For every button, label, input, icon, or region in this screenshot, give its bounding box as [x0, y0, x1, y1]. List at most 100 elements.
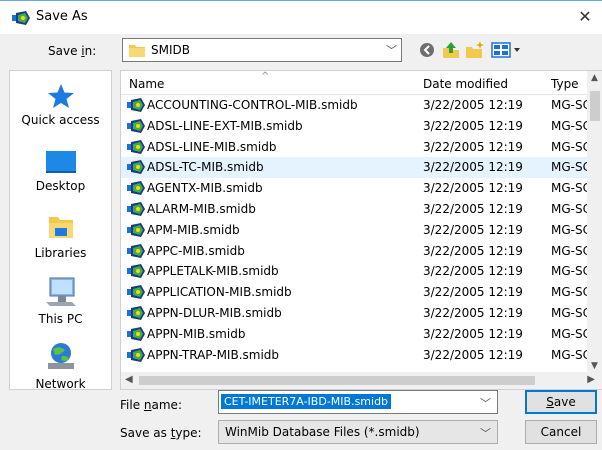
file-date-cell: 3/22/2005 12:19	[423, 139, 523, 154]
desktop-icon	[45, 151, 76, 173]
computer-icon	[45, 277, 76, 306]
mib-file-icon	[127, 181, 145, 196]
file-name-cell: APPN-TRAP-MIB.smidb	[147, 347, 280, 362]
save-in-label: Save in:	[48, 44, 97, 58]
scroll-down-icon[interactable]: ▼	[591, 361, 598, 371]
place-label: Desktop	[35, 179, 86, 193]
file-row[interactable]: AGENTX-MIB.smidb 3/22/2005 12:19 MG-SC	[121, 178, 591, 199]
file-list: ^ Name Date modified Type ACCOUNTING-CON…	[120, 70, 602, 390]
file-type-cell: MG-SC	[551, 160, 591, 175]
close-button[interactable]: ✕	[572, 3, 598, 31]
file-row[interactable]: APPN-TRAP-MIB.smidb 3/22/2005 12:19 MG-SC	[121, 345, 591, 366]
mib-file-icon	[127, 347, 145, 362]
column-header-date-modified[interactable]: Date modified	[423, 77, 508, 91]
file-type-cell: MG-SC	[551, 347, 591, 362]
horizontal-scrollbar[interactable]: ◀ ▶	[121, 372, 602, 389]
file-name-cell: APPC-MIB.smidb	[147, 243, 245, 258]
close-icon: ✕	[578, 7, 592, 26]
file-date-cell: 3/22/2005 12:19	[423, 326, 523, 341]
file-row[interactable]: ADSL-LINE-MIB.smidb 3/22/2005 12:19 MG-SC	[121, 137, 591, 158]
back-icon[interactable]	[418, 40, 436, 60]
file-name-cell: ALARM-MIB.smidb	[147, 201, 256, 216]
file-date-cell: 3/22/2005 12:19	[423, 285, 523, 300]
column-headers: ^ Name Date modified Type	[121, 71, 602, 95]
file-row[interactable]: ACCOUNTING-CONTROL-MIB.smidb 3/22/2005 12…	[121, 95, 591, 116]
file-type-cell: MG-SC	[551, 305, 591, 320]
up-folder-icon[interactable]	[442, 40, 460, 60]
scroll-right-icon[interactable]: ▶	[587, 374, 595, 385]
mib-file-icon	[127, 264, 145, 279]
file-row[interactable]: APPC-MIB.smidb 3/22/2005 12:19 MG-SC	[121, 241, 591, 262]
file-row[interactable]: ADSL-TC-MIB.smidb 3/22/2005 12:19 MG-SC	[121, 157, 591, 179]
file-type-cell: MG-SC	[551, 98, 591, 112]
file-name-cell: ACCOUNTING-CONTROL-MIB.smidb	[147, 98, 358, 112]
file-date-cell: 3/22/2005 12:19	[423, 305, 523, 320]
mib-file-icon	[127, 326, 145, 341]
file-type-cell: MG-SC	[551, 243, 591, 258]
app-icon	[12, 11, 30, 25]
scroll-left-icon[interactable]: ◀	[125, 374, 133, 385]
file-type-cell: MG-SC	[551, 139, 591, 154]
file-name-cell: AGENTX-MIB.smidb	[147, 181, 263, 196]
file-name-label: File name:	[120, 398, 182, 412]
mib-file-icon	[127, 118, 145, 133]
file-type-cell: MG-SC	[551, 181, 591, 196]
place-network[interactable]: Network	[10, 341, 111, 391]
place-quick-access[interactable]: Quick access	[10, 83, 111, 127]
file-name-input[interactable]: CET-IMETER7A-IBD-MIB.smidb ﹀	[218, 390, 498, 414]
save-in-dropdown[interactable]: SMIDB ﹀	[122, 38, 402, 62]
window-title: Save As	[36, 9, 88, 24]
file-name-cell: APM-MIB.smidb	[147, 222, 240, 237]
mib-file-icon	[127, 160, 145, 175]
file-type-cell: MG-SC	[551, 326, 591, 341]
file-name-cell: ADSL-TC-MIB.smidb	[147, 160, 264, 175]
file-date-cell: 3/22/2005 12:19	[423, 118, 523, 133]
save-as-type-dropdown[interactable]: WinMib Database Files (*.smidb) ﹀	[218, 420, 498, 444]
file-date-cell: 3/22/2005 12:19	[423, 201, 523, 216]
file-type-cell: MG-SC	[551, 264, 591, 279]
network-icon	[47, 343, 74, 369]
scroll-thumb[interactable]	[590, 91, 600, 121]
mib-file-icon	[127, 139, 145, 154]
mib-file-icon	[127, 285, 145, 300]
column-header-type[interactable]: Type	[551, 77, 579, 91]
column-header-name[interactable]: Name	[129, 77, 164, 91]
chevron-down-icon: ﹀	[386, 44, 397, 57]
file-rows: ACCOUNTING-CONTROL-MIB.smidb 3/22/2005 12…	[121, 95, 591, 365]
sort-ascending-icon: ^	[261, 71, 270, 82]
place-label: Libraries	[34, 246, 87, 260]
mib-file-icon	[127, 201, 145, 216]
view-menu-icon[interactable]	[490, 40, 524, 60]
file-row[interactable]: APPLICATION-MIB.smidb 3/22/2005 12:19 MG-S…	[121, 282, 591, 303]
new-folder-icon[interactable]	[465, 40, 485, 60]
file-row[interactable]: ALARM-MIB.smidb 3/22/2005 12:19 MG-SC	[121, 199, 591, 220]
file-date-cell: 3/22/2005 12:19	[423, 264, 523, 279]
chevron-down-icon[interactable]: ﹀	[480, 395, 491, 411]
file-row[interactable]: APPN-MIB.smidb 3/22/2005 12:19 MG-SC	[121, 324, 591, 345]
libraries-icon	[48, 217, 73, 238]
file-type-cell: MG-SC	[551, 222, 591, 237]
file-date-cell: 3/22/2005 12:19	[423, 98, 523, 112]
scroll-up-icon[interactable]: ▲	[591, 73, 598, 83]
save-button[interactable]: Save	[525, 390, 597, 414]
scroll-thumb-horizontal[interactable]	[139, 376, 535, 385]
save-as-type-label: Save as type:	[120, 426, 202, 440]
place-label: This PC	[38, 312, 83, 326]
cancel-button[interactable]: Cancel	[525, 420, 597, 444]
place-desktop[interactable]: Desktop	[10, 149, 111, 193]
vertical-scrollbar[interactable]: ▲ ▼	[587, 71, 602, 373]
file-name-cell: ADSL-LINE-MIB.smidb	[147, 139, 277, 154]
file-row[interactable]: APM-MIB.smidb 3/22/2005 12:19 MG-SC	[121, 220, 591, 241]
file-name-cell: APPLETALK-MIB.smidb	[147, 264, 279, 279]
file-type-cell: MG-SC	[551, 285, 591, 300]
file-name-cell: APPN-MIB.smidb	[147, 326, 246, 341]
place-this-pc[interactable]: This PC	[10, 276, 111, 326]
file-type-cell: MG-SC	[551, 201, 591, 216]
mib-file-icon	[127, 222, 145, 237]
file-row[interactable]: APPN-DLUR-MIB.smidb 3/22/2005 12:19 MG-SC	[121, 303, 591, 324]
file-row[interactable]: ADSL-LINE-EXT-MIB.smidb 3/22/2005 12:19 MG…	[121, 116, 591, 137]
title-bar: Save As ✕	[0, 0, 602, 34]
place-libraries[interactable]: Libraries	[10, 214, 111, 260]
file-row[interactable]: APPLETALK-MIB.smidb 3/22/2005 12:19 MG-SC	[121, 261, 591, 282]
save-in-value: SMIDB	[151, 43, 190, 57]
